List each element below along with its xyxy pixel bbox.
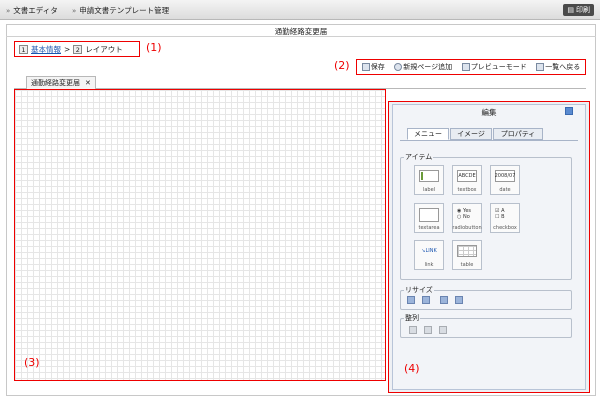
layout-canvas[interactable] bbox=[14, 89, 386, 381]
annotation-label: (4) bbox=[404, 362, 420, 375]
divider bbox=[400, 140, 578, 141]
label-thumbnail bbox=[419, 170, 439, 182]
item-table-text: table bbox=[460, 262, 474, 268]
align-left-icon[interactable] bbox=[409, 326, 417, 334]
back-arrow-icon bbox=[536, 63, 545, 71]
double-chevron-icon: » bbox=[72, 6, 77, 15]
breadcrumb-item-template-admin[interactable]: » 申請文書テンプレート管理 bbox=[72, 5, 169, 16]
toolbar: 保存 新規ページ追加 プレビューモード 一覧へ戻る bbox=[356, 59, 586, 75]
step-basic-info-link[interactable]: 基本情報 bbox=[31, 44, 61, 55]
item-label[interactable]: label bbox=[414, 165, 444, 195]
breadcrumb-item-editor[interactable]: » 文書エディタ bbox=[6, 5, 58, 16]
checkbox-thumbnail: ☑ A ☐ B bbox=[495, 208, 505, 220]
item-radiobutton-text: radiobutton bbox=[452, 225, 482, 231]
document-tab-label: 通勤経路変更届 bbox=[31, 79, 80, 87]
edit-panel-title: 編集 bbox=[481, 108, 497, 117]
resize-group-legend: リサイズ bbox=[405, 286, 433, 294]
tab-properties[interactable]: プロパティ bbox=[493, 128, 543, 140]
align-group-legend: 整列 bbox=[405, 314, 419, 322]
print-button[interactable]: ▤ 印刷 bbox=[563, 4, 594, 16]
radio-no-label: No bbox=[462, 214, 470, 220]
breadcrumb-label: 申請文書テンプレート管理 bbox=[79, 6, 170, 15]
tab-image[interactable]: イメージ bbox=[450, 128, 492, 140]
textbox-thumbnail: ABCDE bbox=[457, 170, 477, 182]
double-chevron-icon: » bbox=[6, 6, 11, 15]
add-icon bbox=[394, 63, 403, 71]
step-indicator: 1 基本情報 > 2 レイアウト bbox=[14, 41, 140, 57]
step-layout-label: レイアウト bbox=[85, 44, 123, 54]
item-table[interactable]: table bbox=[452, 240, 482, 270]
printer-icon: ▤ bbox=[567, 6, 574, 14]
item-textarea[interactable]: textarea bbox=[414, 203, 444, 233]
annotation-label: (2) bbox=[334, 59, 350, 72]
link-thumb-text: LINK bbox=[425, 248, 437, 254]
document-tab[interactable]: 通勤経路変更届 ✕ bbox=[26, 76, 96, 89]
add-page-label: 新規ページ追加 bbox=[403, 63, 453, 71]
back-label: 一覧へ戻る bbox=[545, 63, 581, 71]
item-textbox-text: textbox bbox=[457, 187, 477, 193]
expand-width-icon[interactable] bbox=[422, 296, 430, 304]
item-date-text: date bbox=[499, 187, 511, 193]
item-date[interactable]: 2008/07 date bbox=[490, 165, 520, 195]
preview-label: プレビューモード bbox=[470, 63, 527, 71]
shrink-width-icon[interactable] bbox=[407, 296, 415, 304]
link-thumbnail: ↘ LINK bbox=[419, 245, 439, 257]
breadcrumb-label: 文書エディタ bbox=[13, 6, 58, 15]
floppy-icon bbox=[361, 63, 370, 71]
table-thumbnail bbox=[457, 245, 477, 257]
collapse-icon[interactable] bbox=[565, 107, 573, 115]
step-number: 2 bbox=[73, 44, 83, 54]
radiobutton-thumbnail: ◉ Yes ○ No bbox=[457, 208, 472, 220]
preview-mode-button[interactable]: プレビューモード bbox=[461, 62, 527, 72]
item-radiobutton[interactable]: ◉ Yes ○ No radiobutton bbox=[452, 203, 482, 233]
shrink-height-icon[interactable] bbox=[455, 296, 463, 304]
expand-height-icon[interactable] bbox=[440, 296, 448, 304]
print-label: 印刷 bbox=[576, 6, 590, 14]
save-label: 保存 bbox=[370, 63, 385, 71]
items-group-legend: アイテム bbox=[405, 153, 433, 161]
item-textarea-text: textarea bbox=[418, 225, 440, 231]
divider bbox=[6, 36, 596, 37]
close-icon[interactable]: ✕ bbox=[85, 79, 91, 87]
magnifier-icon bbox=[461, 63, 470, 71]
checkbox-b-label: B bbox=[501, 214, 505, 220]
step-number: 1 bbox=[19, 44, 28, 54]
align-right-icon[interactable] bbox=[439, 326, 447, 334]
step-separator: > bbox=[64, 44, 71, 54]
back-to-list-button[interactable]: 一覧へ戻る bbox=[536, 62, 580, 72]
date-thumbnail: 2008/07 bbox=[495, 170, 515, 182]
item-link[interactable]: ↘ LINK link bbox=[414, 240, 444, 270]
item-textbox[interactable]: ABCDE textbox bbox=[452, 165, 482, 195]
annotation-label: (1) bbox=[146, 41, 162, 54]
save-button[interactable]: 保存 bbox=[361, 62, 385, 72]
tab-menu[interactable]: メニュー bbox=[407, 128, 449, 140]
add-page-button[interactable]: 新規ページ追加 bbox=[394, 62, 452, 72]
annotation-label: (3) bbox=[24, 356, 40, 369]
item-checkbox[interactable]: ☑ A ☐ B checkbox bbox=[490, 203, 520, 233]
item-link-text: link bbox=[424, 262, 434, 268]
align-center-icon[interactable] bbox=[424, 326, 432, 334]
item-checkbox-text: checkbox bbox=[493, 225, 517, 231]
textarea-thumbnail bbox=[419, 208, 439, 222]
item-label-text: label bbox=[422, 187, 436, 193]
document-tab-strip bbox=[14, 76, 586, 89]
